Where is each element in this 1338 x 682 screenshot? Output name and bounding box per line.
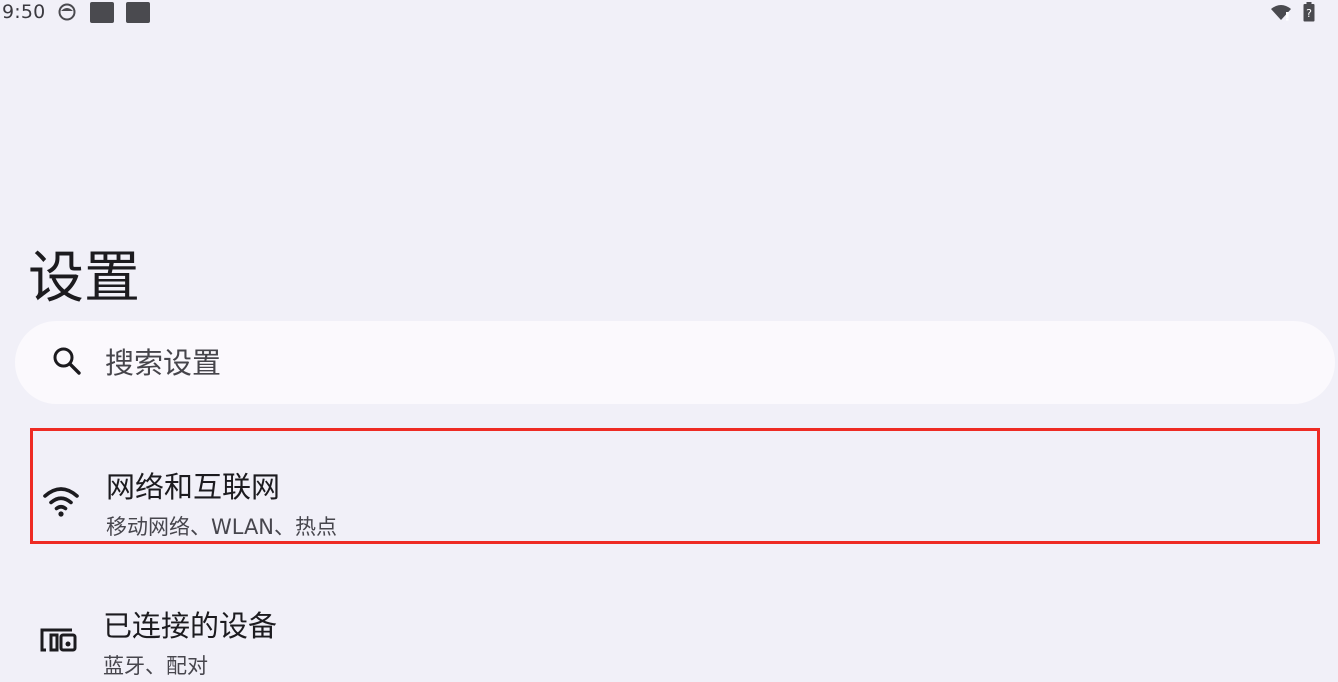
settings-item-connected-devices[interactable]: 已连接的设备 蓝牙、配对 (30, 588, 1320, 682)
settings-item-network[interactable]: 网络和互联网 移动网络、WLAN、热点 (30, 428, 1320, 544)
connected-devices-icon (40, 628, 77, 652)
settings-item-title: 已连接的设备 (103, 609, 278, 643)
page-title: 设置 (28, 245, 140, 311)
wifi-icon (43, 487, 79, 517)
app-notification-icon (58, 3, 76, 21)
settings-item-summary: 蓝牙、配对 (103, 654, 208, 678)
status-time: 9:50 (2, 1, 46, 23)
search-icon (53, 347, 81, 375)
svg-text:?: ? (1306, 7, 1312, 20)
battery-icon: ? (1303, 2, 1315, 22)
settings-item-title: 网络和互联网 (106, 470, 281, 504)
search-placeholder: 搜索设置 (105, 346, 222, 380)
notification-square-icon (90, 2, 114, 23)
status-bar: 9:50 ? (0, 0, 1338, 26)
wifi-icon (1271, 5, 1291, 21)
search-bar[interactable]: 搜索设置 (15, 321, 1335, 404)
settings-item-summary: 移动网络、WLAN、热点 (106, 515, 338, 539)
notification-square-icon (126, 2, 150, 23)
